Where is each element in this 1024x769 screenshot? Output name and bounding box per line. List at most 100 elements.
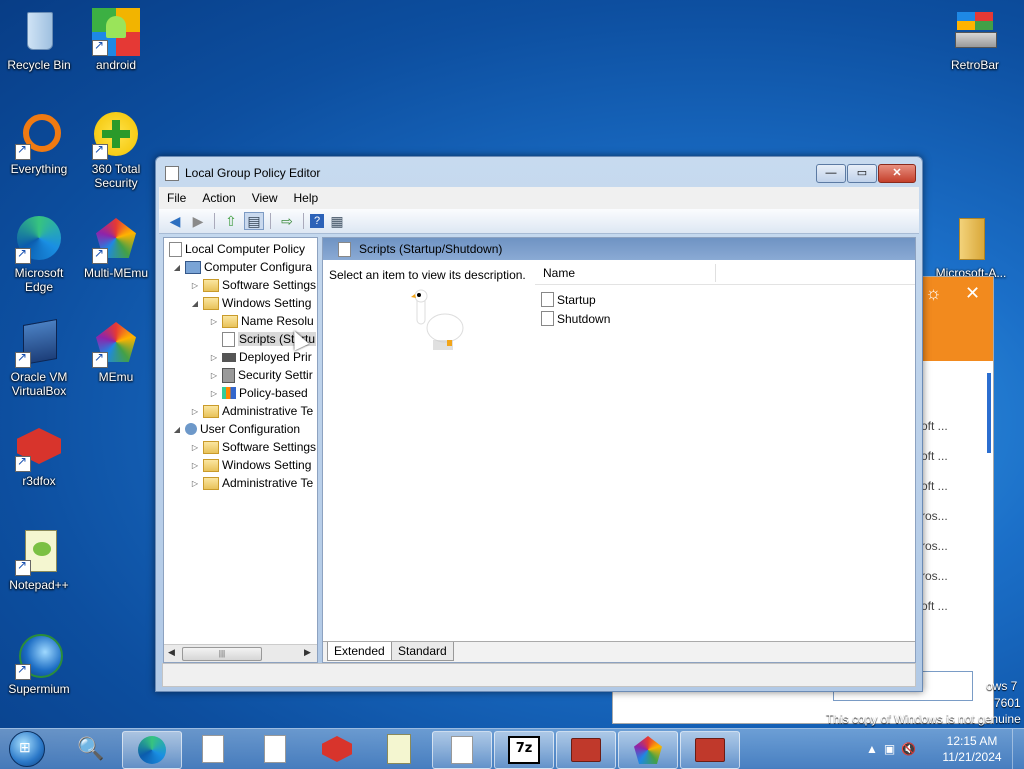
taskbar-7zip-icon[interactable]: 7z	[494, 731, 554, 769]
export-list-icon[interactable]: ⇨	[277, 212, 297, 230]
properties-icon[interactable]: ▦	[327, 212, 347, 230]
show-desktop-button[interactable]	[1012, 729, 1024, 769]
tree-item-label: Administrative Te	[222, 404, 314, 418]
help-icon[interactable]: ?	[310, 214, 324, 228]
tree-item-computer-configuration[interactable]: ◢ Computer Configura	[172, 258, 312, 276]
expand-arrow-icon[interactable]: ▷	[209, 371, 219, 380]
desktop-icon-notepad-plus-plus[interactable]: Notepad++	[1, 528, 77, 592]
desktop-icon-label: MEmu	[98, 370, 134, 384]
tree-item-software-settings[interactable]: ▷ Software Settings	[190, 276, 316, 294]
back-arrow-icon[interactable]: ◀	[165, 212, 185, 230]
tree-item-security-settings[interactable]: ▷ Security Settir	[209, 366, 313, 384]
tree-item-policy-based-qos[interactable]: ▷ Policy-based	[209, 384, 308, 402]
desktop-icon-label: android	[95, 58, 137, 72]
desktop-icon-360-total-security[interactable]: 360 Total Security	[78, 112, 154, 190]
taskbar-toolbox-icon[interactable]	[556, 731, 616, 769]
tree-item-windows-settings[interactable]: ◢ Windows Setting	[190, 294, 311, 312]
tree-item-user-administrative-templates[interactable]: ▷ Administrative Te	[190, 474, 313, 492]
close-icon[interactable]: ✕	[965, 283, 980, 304]
desktop-icon-microsoft-a[interactable]: Microsoft-A...	[933, 216, 1009, 280]
scroll-right-icon[interactable]: ▶	[304, 647, 311, 658]
expand-arrow-icon[interactable]: ▷	[190, 281, 200, 290]
show-hide-tree-icon[interactable]: ▤	[244, 212, 264, 230]
gear-icon[interactable]: ☼	[925, 283, 942, 304]
desktop-icon-microsoft-edge[interactable]: Microsoft Edge	[1, 216, 77, 294]
tree-item-user-configuration[interactable]: ◢ User Configuration	[172, 420, 300, 438]
expand-arrow-icon[interactable]: ▷	[190, 479, 200, 488]
tree-item-deployed-printers[interactable]: ▷ Deployed Prir	[209, 348, 312, 366]
collapse-arrow-icon[interactable]: ◢	[190, 299, 200, 308]
column-header-name[interactable]: Name	[543, 266, 575, 280]
collapse-arrow-icon[interactable]: ◢	[172, 425, 182, 434]
start-button[interactable]: ⊞	[2, 730, 52, 768]
taskbar-everything-icon[interactable]: 🔍	[62, 731, 120, 767]
expand-arrow-icon[interactable]: ▷	[190, 407, 200, 416]
tree-item-user-software-settings[interactable]: ▷ Software Settings	[190, 438, 316, 456]
forward-arrow-icon[interactable]: ▶	[188, 212, 208, 230]
desktop-icon-multi-memu[interactable]: Multi-MEmu	[78, 216, 154, 280]
desktop-icon-supermium[interactable]: Supermium	[1, 632, 77, 696]
expand-arrow-icon[interactable]: ▷	[209, 317, 219, 326]
close-button[interactable]: ✕	[878, 164, 916, 183]
taskbar-blank-document-icon[interactable]	[432, 731, 492, 769]
toolbar-separator	[214, 213, 215, 229]
menu-file[interactable]: File	[159, 191, 194, 205]
desktop-icon-memu[interactable]: MEmu	[78, 320, 154, 384]
column-divider[interactable]	[715, 264, 716, 282]
tree-item-user-windows-settings[interactable]: ▷ Windows Setting	[190, 456, 311, 474]
expand-arrow-icon[interactable]: ▷	[190, 443, 200, 452]
collapse-arrow-icon[interactable]: ◢	[172, 263, 182, 272]
folder-icon	[203, 458, 219, 472]
script-icon	[222, 331, 235, 347]
clock[interactable]: 12:15 AM 11/21/2024	[936, 733, 1008, 765]
scroll-left-icon[interactable]: ◀	[168, 647, 175, 658]
desktop-icon-r3dfox[interactable]: r3dfox	[1, 424, 77, 488]
desktop-icon-recycle-bin[interactable]: Recycle Bin	[1, 8, 77, 72]
shortcut-arrow-icon	[15, 142, 31, 160]
menu-view[interactable]: View	[244, 191, 286, 205]
description-text: Select an item to view its description.	[329, 268, 526, 282]
folder-icon	[947, 216, 995, 264]
title-bar[interactable]: Local Group Policy Editor — ▭ ✕	[156, 157, 922, 187]
network-icon[interactable]: ▣	[884, 742, 895, 756]
script-icon	[338, 241, 351, 257]
desktop-icon-retrobar[interactable]: RetroBar	[937, 8, 1013, 72]
group-policy-editor-window[interactable]: Local Group Policy Editor — ▭ ✕ File Act…	[155, 156, 923, 692]
tree-item-administrative-templates[interactable]: ▷ Administrative Te	[190, 402, 313, 420]
show-hidden-icons-icon[interactable]: ▲	[866, 742, 878, 756]
expand-arrow-icon[interactable]: ▷	[209, 353, 219, 362]
scrollbar-thumb[interactable]: |||	[182, 647, 262, 661]
background-window-scrollbar[interactable]	[987, 373, 991, 453]
expand-arrow-icon[interactable]: ▷	[190, 461, 200, 470]
list-item-startup[interactable]: Startup	[541, 290, 596, 309]
minimize-button[interactable]: —	[816, 164, 846, 183]
desktop-icon-android[interactable]: android	[78, 8, 154, 72]
list-header: Name	[535, 262, 915, 285]
retrobar-icon	[951, 8, 999, 56]
background-window-row: oft ...	[921, 479, 948, 493]
up-level-icon[interactable]: ⇧	[221, 212, 241, 230]
menu-help[interactable]: Help	[286, 191, 327, 205]
details-header-title: Scripts (Startup/Shutdown)	[359, 242, 503, 256]
taskbar-notepad-plus-plus-icon[interactable]	[370, 731, 428, 767]
desktop-icon-everything[interactable]: Everything	[1, 112, 77, 176]
maximize-button[interactable]: ▭	[847, 164, 877, 183]
taskbar-edge-icon[interactable]	[122, 731, 182, 769]
list-item-shutdown[interactable]: Shutdown	[541, 309, 610, 328]
desktop-icon-virtualbox[interactable]: Oracle VM VirtualBox	[1, 319, 77, 398]
tab-extended[interactable]: Extended	[327, 642, 392, 661]
taskbar-r3dfox-icon[interactable]	[308, 731, 366, 767]
tree-item-local-computer-policy[interactable]: Local Computer Policy	[166, 240, 305, 258]
menu-action[interactable]: Action	[194, 191, 243, 205]
volume-muted-icon[interactable]: 🔇	[901, 742, 916, 756]
tree-item-name-resolution[interactable]: ▷ Name Resolu	[209, 312, 314, 330]
expand-arrow-icon[interactable]: ▷	[209, 389, 219, 398]
tree-pane[interactable]: Local Computer Policy ◢ Computer Configu…	[163, 237, 318, 663]
tab-standard[interactable]: Standard	[391, 642, 454, 661]
taskbar-multi-memu-icon[interactable]	[618, 731, 678, 769]
tree-horizontal-scrollbar[interactable]: ◀ ||| ▶	[164, 644, 317, 662]
taskbar-document-icon-2[interactable]	[246, 731, 304, 767]
details-pane[interactable]: Scripts (Startup/Shutdown) Select an ite…	[322, 237, 916, 663]
taskbar-document-icon[interactable]	[184, 731, 242, 767]
taskbar-policy-editor-icon[interactable]	[680, 731, 740, 769]
